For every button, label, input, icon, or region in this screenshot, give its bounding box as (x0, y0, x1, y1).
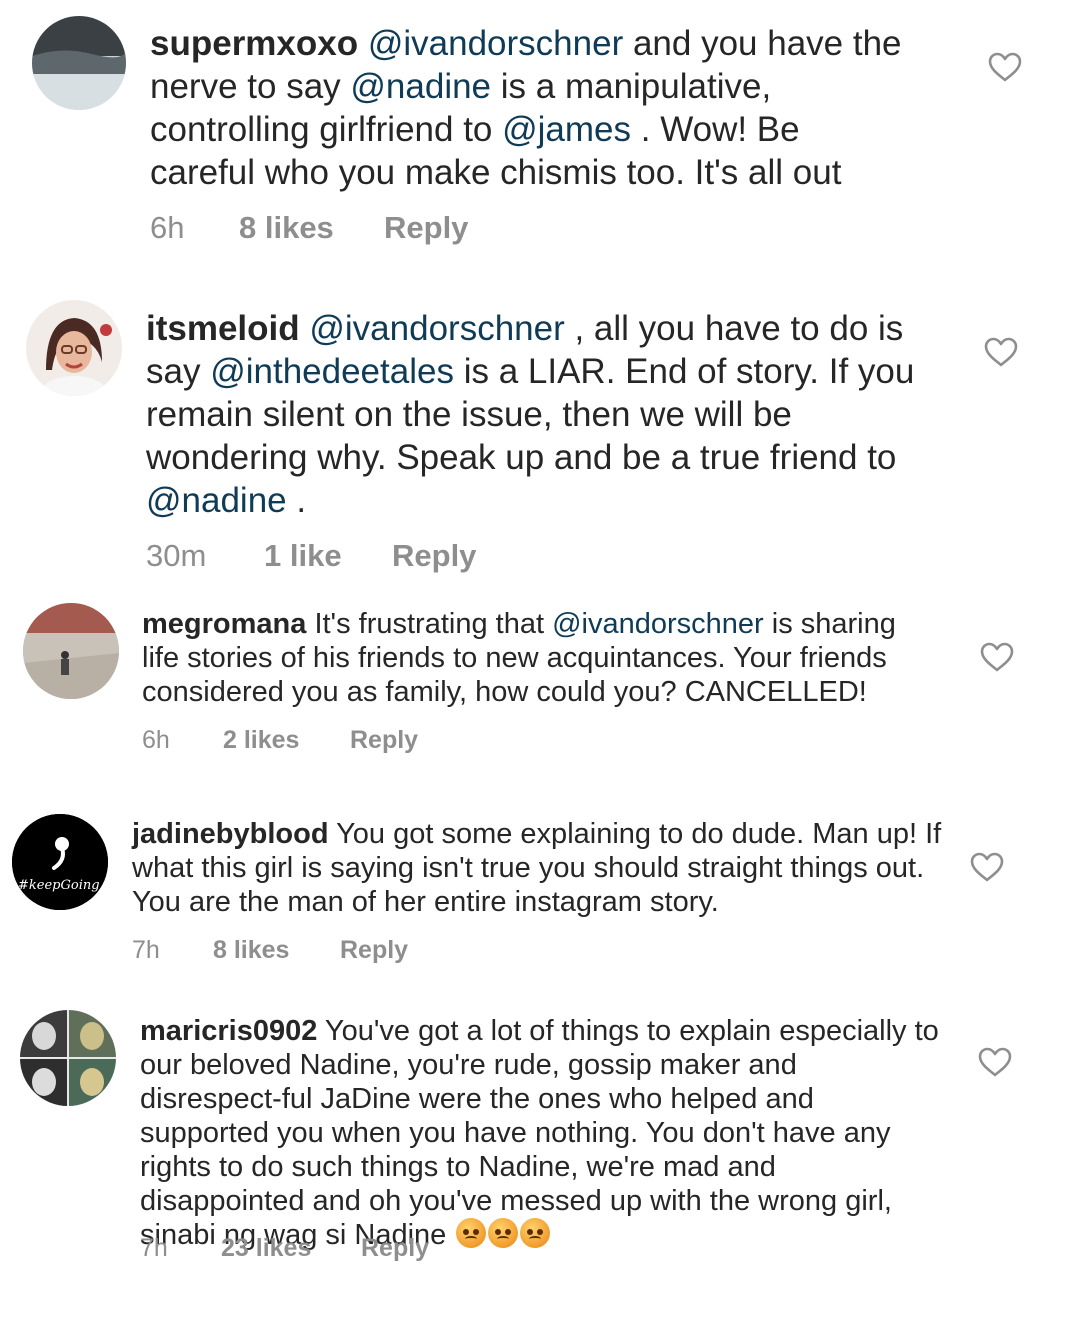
comment-meta: 7h 23 likes Reply (140, 1234, 429, 1263)
avatar[interactable] (32, 16, 126, 110)
reply-button[interactable]: Reply (350, 726, 418, 755)
comment-text: supermxoxo @ivandorschner and you have t… (150, 22, 910, 194)
mention-link[interactable]: @inthedeetales (210, 352, 454, 391)
comment-text: itsmeloid @ivandorschner , all you have … (146, 307, 946, 522)
heart-outline-icon[interactable] (980, 642, 1014, 672)
avatar-photo-plaza (23, 603, 119, 699)
mention-link[interactable]: @james (502, 110, 631, 149)
angry-face-emoji (488, 1218, 519, 1248)
reply-button[interactable]: Reply (340, 936, 408, 965)
angry-face-emoji (520, 1218, 551, 1248)
comment-1: supermxoxo @ivandorschner and you have t… (0, 0, 1076, 270)
comment-meta: 6h 8 likes Reply (150, 210, 468, 246)
comment-likes[interactable]: 8 likes (239, 210, 384, 246)
mention-link[interactable]: @ivandorschner (368, 24, 623, 63)
comment-username[interactable]: itsmeloid (146, 309, 300, 348)
comment-meta: 6h 2 likes Reply (142, 726, 418, 755)
comment-username[interactable]: jadinebyblood (132, 818, 329, 850)
mention-link[interactable]: @ivandorschner (552, 608, 764, 640)
avatar[interactable] (26, 300, 122, 396)
comment-text: jadinebyblood You got some explaining to… (132, 817, 942, 919)
heart-outline-icon[interactable] (970, 852, 1004, 882)
mention-link[interactable]: @nadine (350, 67, 491, 106)
comment-text: maricris0902 You've got a lot of things … (140, 1014, 940, 1252)
heart-outline-icon[interactable] (984, 337, 1018, 367)
mention-link[interactable]: @ivandorschner (309, 309, 564, 348)
avatar-photo-woman (26, 300, 122, 396)
reply-button[interactable]: Reply (384, 210, 468, 246)
avatar-photo-lake (32, 16, 126, 110)
mention-link[interactable]: @nadine (146, 481, 287, 520)
angry-face-emoji (456, 1218, 487, 1248)
comment-time: 7h (132, 936, 160, 964)
comment-likes[interactable]: 8 likes (213, 936, 340, 965)
comment-username[interactable]: supermxoxo (150, 24, 358, 63)
reply-button[interactable]: Reply (392, 538, 476, 574)
avatar[interactable] (23, 603, 119, 699)
comment-meta: 7h 8 likes Reply (132, 936, 408, 965)
avatar-keepgoing-logo (12, 814, 108, 910)
reply-button[interactable]: Reply (361, 1234, 429, 1263)
comment-time: 6h (142, 726, 170, 754)
comment-username[interactable]: megromana (142, 608, 306, 640)
avatar-photo-collage (20, 1010, 116, 1106)
comment-likes[interactable]: 1 like (264, 538, 392, 574)
comment-body: You've got a lot of things to explain es… (140, 1015, 939, 1251)
avatar-logo-text: #keepGoing (18, 878, 100, 893)
avatar[interactable] (20, 1010, 116, 1106)
comment-username[interactable]: maricris0902 (140, 1015, 317, 1047)
comment-text: megromana It's frustrating that @ivandor… (142, 607, 932, 709)
heart-outline-icon[interactable] (978, 1047, 1012, 1077)
avatar[interactable]: #keepGoing (12, 814, 108, 910)
heart-outline-icon[interactable] (988, 52, 1022, 82)
comment-time: 30m (146, 538, 207, 573)
comment-time: 7h (140, 1234, 168, 1262)
comment-text-segment: . (286, 481, 307, 520)
comment-likes[interactable]: 23 likes (221, 1234, 361, 1263)
comment-text-segment: It's frustrating that (306, 608, 553, 640)
comment-time: 6h (150, 210, 185, 245)
comment-text-segment: You've got a lot of things to explain es… (140, 1015, 939, 1251)
comment-likes[interactable]: 2 likes (223, 726, 350, 755)
comment-meta: 30m 1 like Reply (146, 538, 476, 574)
